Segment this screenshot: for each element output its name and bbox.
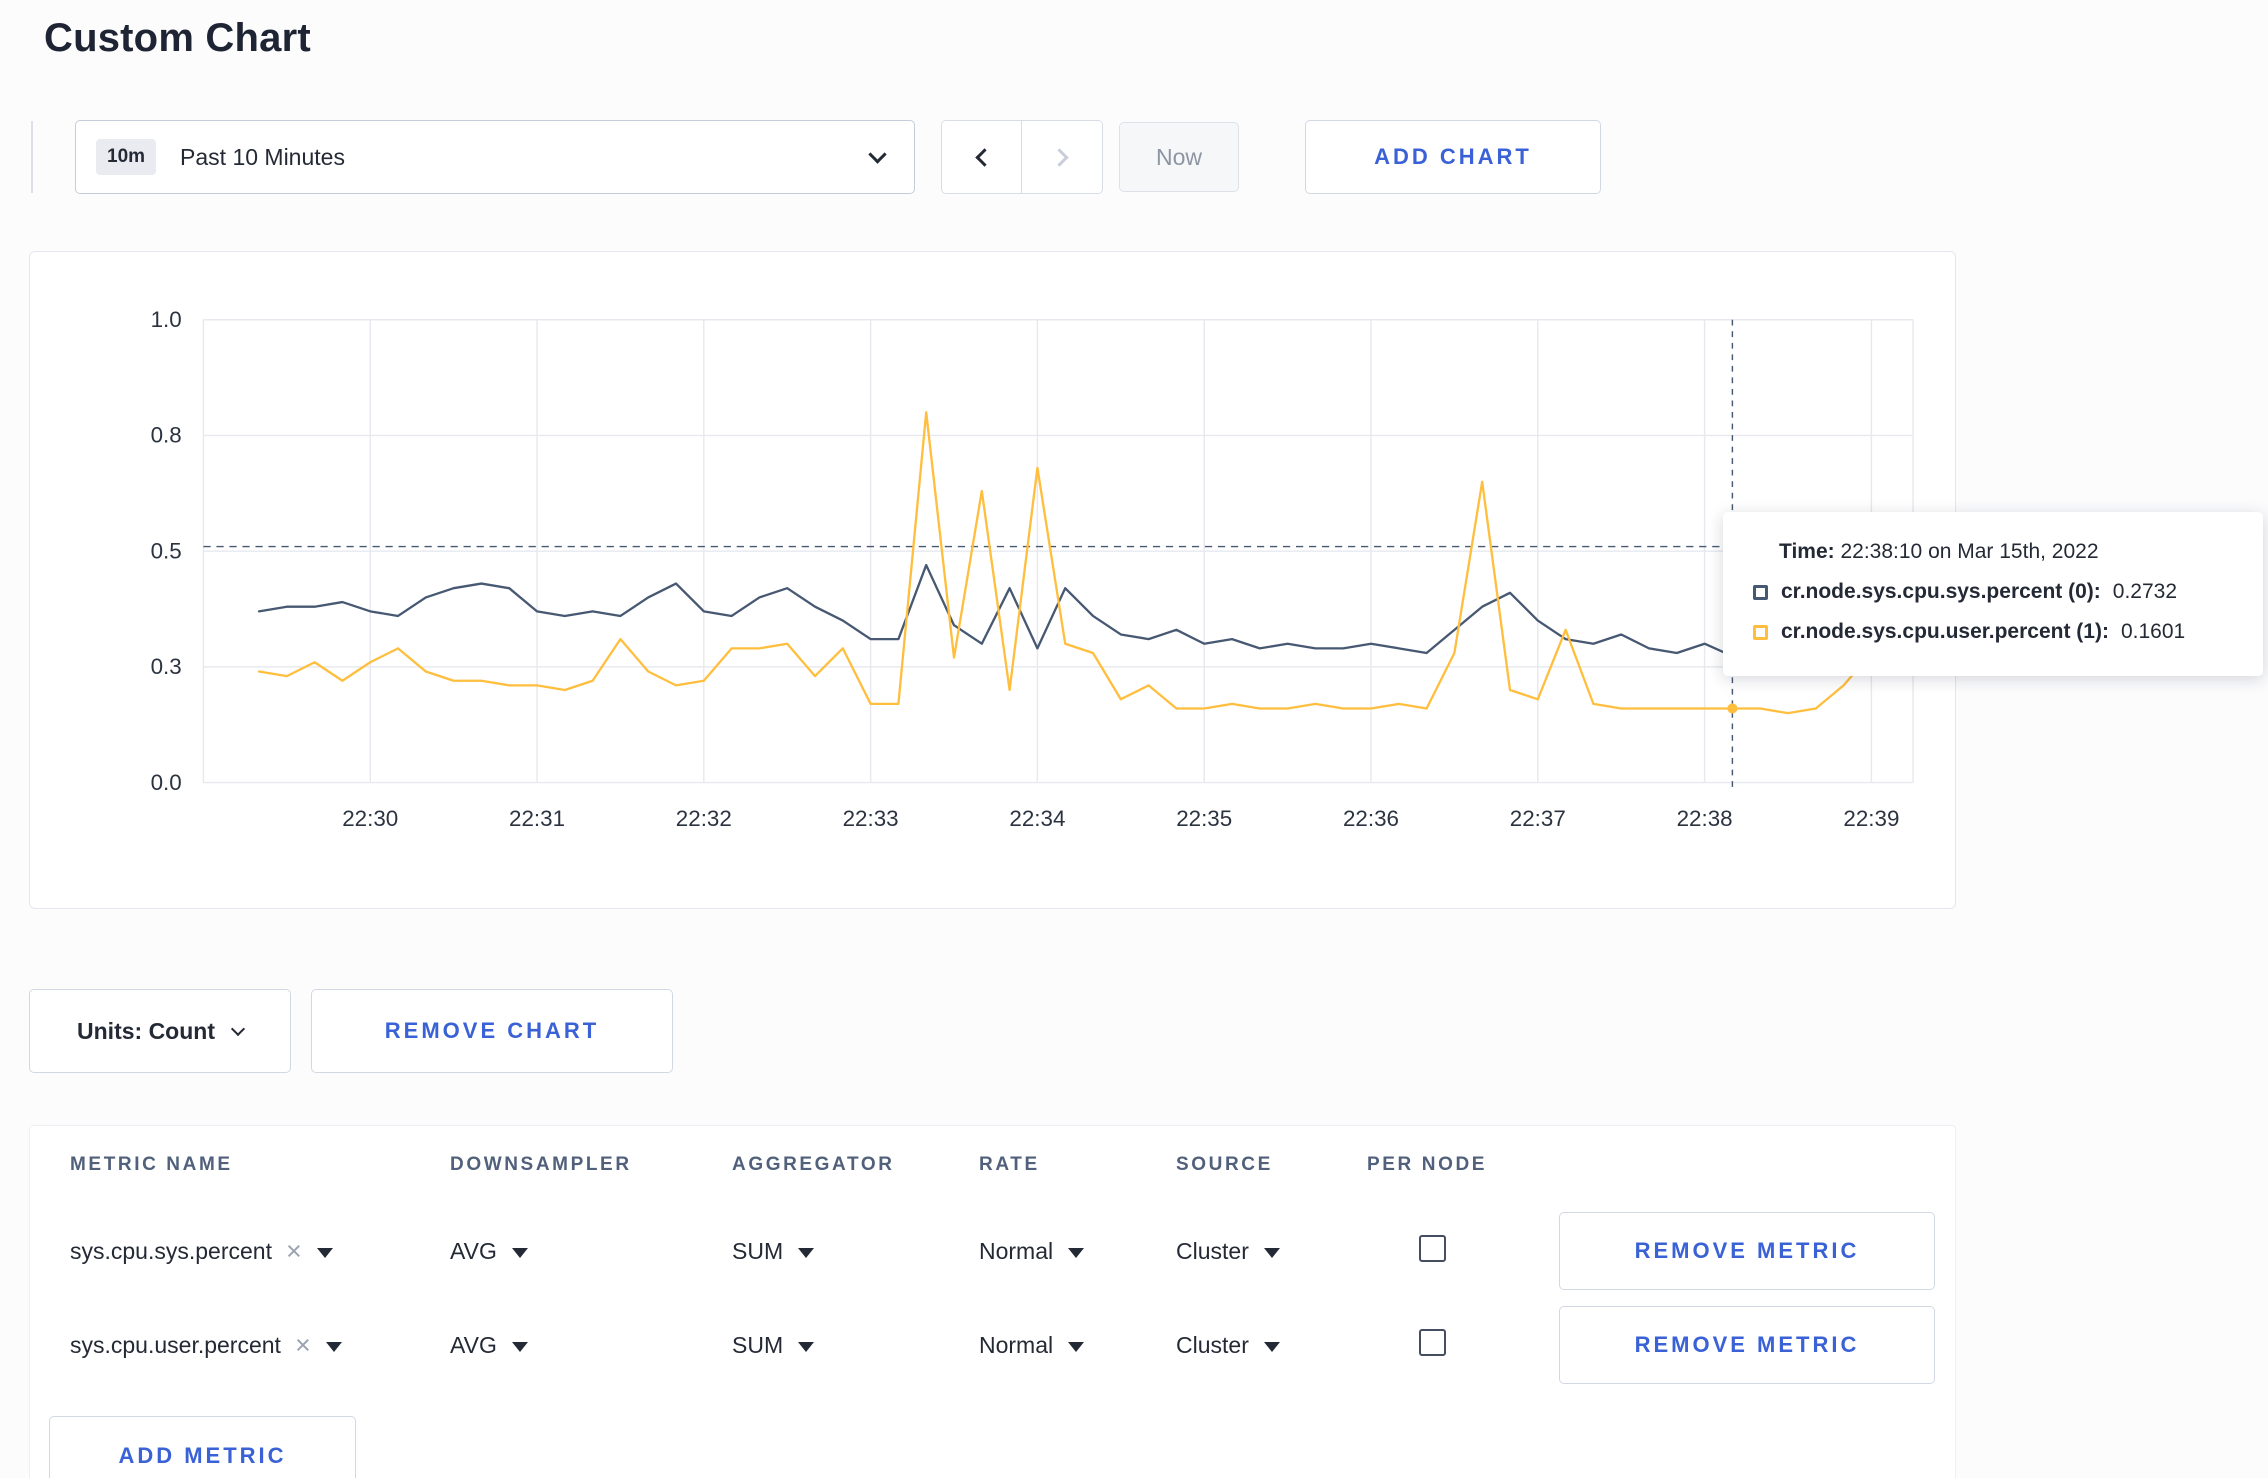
svg-text:0.5: 0.5 [151, 538, 182, 563]
aggregator-select[interactable]: SUM [732, 1332, 979, 1359]
downsampler-value: AVG [450, 1237, 497, 1264]
svg-text:22:39: 22:39 [1843, 806, 1899, 831]
chart-footer-controls: Units: Count REMOVE CHART [29, 989, 2268, 1073]
metric-row: sys.cpu.user.percent × AVG SUM Normal Cl… [30, 1298, 1955, 1392]
dropdown-arrow-icon [798, 1248, 815, 1258]
svg-text:22:30: 22:30 [342, 806, 398, 831]
series-swatch-user-icon [1753, 624, 1768, 640]
tooltip-series-row: cr.node.sys.cpu.user.percent (1): 0.1601 [1753, 620, 2233, 644]
time-controls: 10m Past 10 Minutes Now ADD CHART [31, 119, 2268, 195]
dropdown-arrow-icon [511, 1342, 528, 1352]
remove-metric-button[interactable]: REMOVE METRIC [1559, 1212, 1935, 1290]
svg-text:0.3: 0.3 [151, 654, 182, 679]
per-node-cell [1367, 1234, 1559, 1268]
dropdown-arrow-icon [1263, 1248, 1280, 1258]
time-range-dropdown[interactable]: 10m Past 10 Minutes [75, 120, 915, 194]
tooltip-time: Time: 22:38:10 on Mar 15th, 2022 [1753, 540, 2233, 564]
tooltip-series-value: 0.1601 [2120, 620, 2186, 643]
source-select[interactable]: Cluster [1176, 1238, 1367, 1265]
rate-select[interactable]: Normal [979, 1332, 1176, 1359]
metric-select[interactable]: sys.cpu.sys.percent × [70, 1237, 450, 1265]
cpu-line-chart[interactable]: 0.0 0.3 0.5 0.8 1.0 22:30 22:31 22:32 22:33 22:34… [30, 252, 1955, 908]
aggregator-value: SUM [732, 1331, 784, 1358]
chevron-down-icon [230, 1021, 246, 1037]
svg-text:22:32: 22:32 [676, 806, 732, 831]
dropdown-arrow-icon [325, 1342, 342, 1352]
svg-text:22:33: 22:33 [843, 806, 899, 831]
svg-text:22:36: 22:36 [1343, 806, 1399, 831]
rate-value: Normal [979, 1237, 1054, 1264]
downsampler-select[interactable]: AVG [450, 1332, 732, 1359]
metrics-table: METRIC NAME DOWNSAMPLER AGGREGATOR RATE … [29, 1125, 1956, 1478]
close-icon[interactable]: × [286, 1237, 302, 1265]
remove-metric-button[interactable]: REMOVE METRIC [1559, 1306, 1935, 1384]
next-time-button[interactable] [1022, 121, 1102, 193]
close-icon[interactable]: × [295, 1331, 311, 1359]
dropdown-arrow-icon [1068, 1248, 1085, 1258]
header-source: SOURCE [1176, 1154, 1273, 1175]
now-button[interactable]: Now [1119, 122, 1239, 192]
tooltip-series-row: cr.node.sys.cpu.sys.percent (0): 0.2732 [1753, 580, 2233, 604]
tooltip-series-label: cr.node.sys.cpu.user.percent (1): [1781, 620, 2109, 643]
source-select[interactable]: Cluster [1176, 1332, 1367, 1359]
chart-tooltip: Time: 22:38:10 on Mar 15th, 2022 cr.node… [1723, 512, 2263, 676]
aggregator-select[interactable]: SUM [732, 1238, 979, 1265]
chart-card: 0.0 0.3 0.5 0.8 1.0 22:30 22:31 22:32 22:33 22:34… [29, 251, 2263, 909]
time-range-badge: 10m [96, 139, 157, 175]
units-dropdown[interactable]: Units: Count [29, 989, 291, 1073]
per-node-checkbox[interactable] [1419, 1234, 1446, 1262]
custom-chart-page: Custom Chart 10m Past 10 Minutes Now ADD… [0, 16, 2268, 1478]
downsampler-value: AVG [450, 1331, 497, 1358]
page-title: Custom Chart [44, 16, 311, 60]
svg-text:22:31: 22:31 [509, 806, 565, 831]
metric-name: sys.cpu.user.percent [70, 1331, 281, 1358]
metric-select[interactable]: sys.cpu.user.percent × [70, 1331, 450, 1359]
per-node-cell [1367, 1328, 1559, 1362]
chevron-left-icon [974, 147, 994, 167]
svg-text:22:38: 22:38 [1677, 806, 1733, 831]
tooltip-time-label: Time: [1779, 540, 1835, 563]
tooltip-series-value: 0.2732 [2112, 580, 2178, 603]
header-metric-name: METRIC NAME [70, 1154, 233, 1175]
header-downsampler: DOWNSAMPLER [450, 1154, 632, 1175]
downsampler-select[interactable]: AVG [450, 1238, 732, 1265]
dropdown-arrow-icon [316, 1248, 333, 1258]
dropdown-arrow-icon [798, 1342, 815, 1352]
add-metric-button[interactable]: ADD METRIC [49, 1416, 356, 1478]
per-node-checkbox[interactable] [1419, 1328, 1446, 1356]
header-aggregator: AGGREGATOR [732, 1154, 895, 1175]
svg-text:1.0: 1.0 [151, 307, 182, 332]
metric-name: sys.cpu.sys.percent [70, 1237, 272, 1264]
dropdown-arrow-icon [1068, 1342, 1085, 1352]
header-rate: RATE [979, 1154, 1040, 1175]
series-swatch-sys-icon [1753, 584, 1768, 600]
add-chart-button[interactable]: ADD CHART [1305, 120, 1601, 194]
metric-row: sys.cpu.sys.percent × AVG SUM Normal Clu… [30, 1204, 1955, 1298]
time-range-label: Past 10 Minutes [180, 143, 345, 170]
controls-divider [31, 121, 33, 193]
header-per-node: PER NODE [1367, 1154, 1488, 1175]
svg-text:0.0: 0.0 [151, 770, 182, 795]
svg-text:22:37: 22:37 [1510, 806, 1566, 831]
tooltip-series-label: cr.node.sys.cpu.sys.percent (0): [1781, 580, 2101, 603]
source-value: Cluster [1176, 1331, 1249, 1358]
rate-select[interactable]: Normal [979, 1238, 1176, 1265]
rate-value: Normal [979, 1331, 1054, 1358]
prev-time-button[interactable] [942, 121, 1022, 193]
metrics-table-header: METRIC NAME DOWNSAMPLER AGGREGATOR RATE … [30, 1126, 1955, 1204]
aggregator-value: SUM [732, 1237, 784, 1264]
chevron-right-icon [1050, 147, 1069, 167]
chevron-down-icon [868, 144, 887, 164]
time-nav-group [941, 120, 1103, 194]
source-value: Cluster [1176, 1237, 1249, 1264]
svg-text:0.8: 0.8 [151, 423, 182, 448]
units-label: Units: Count [77, 1017, 215, 1044]
remove-chart-button[interactable]: REMOVE CHART [311, 989, 673, 1073]
svg-text:22:34: 22:34 [1009, 806, 1065, 831]
dropdown-arrow-icon [511, 1248, 528, 1258]
svg-text:22:35: 22:35 [1176, 806, 1232, 831]
dropdown-arrow-icon [1263, 1342, 1280, 1352]
tooltip-time-value: 22:38:10 on Mar 15th, 2022 [1840, 540, 2099, 563]
